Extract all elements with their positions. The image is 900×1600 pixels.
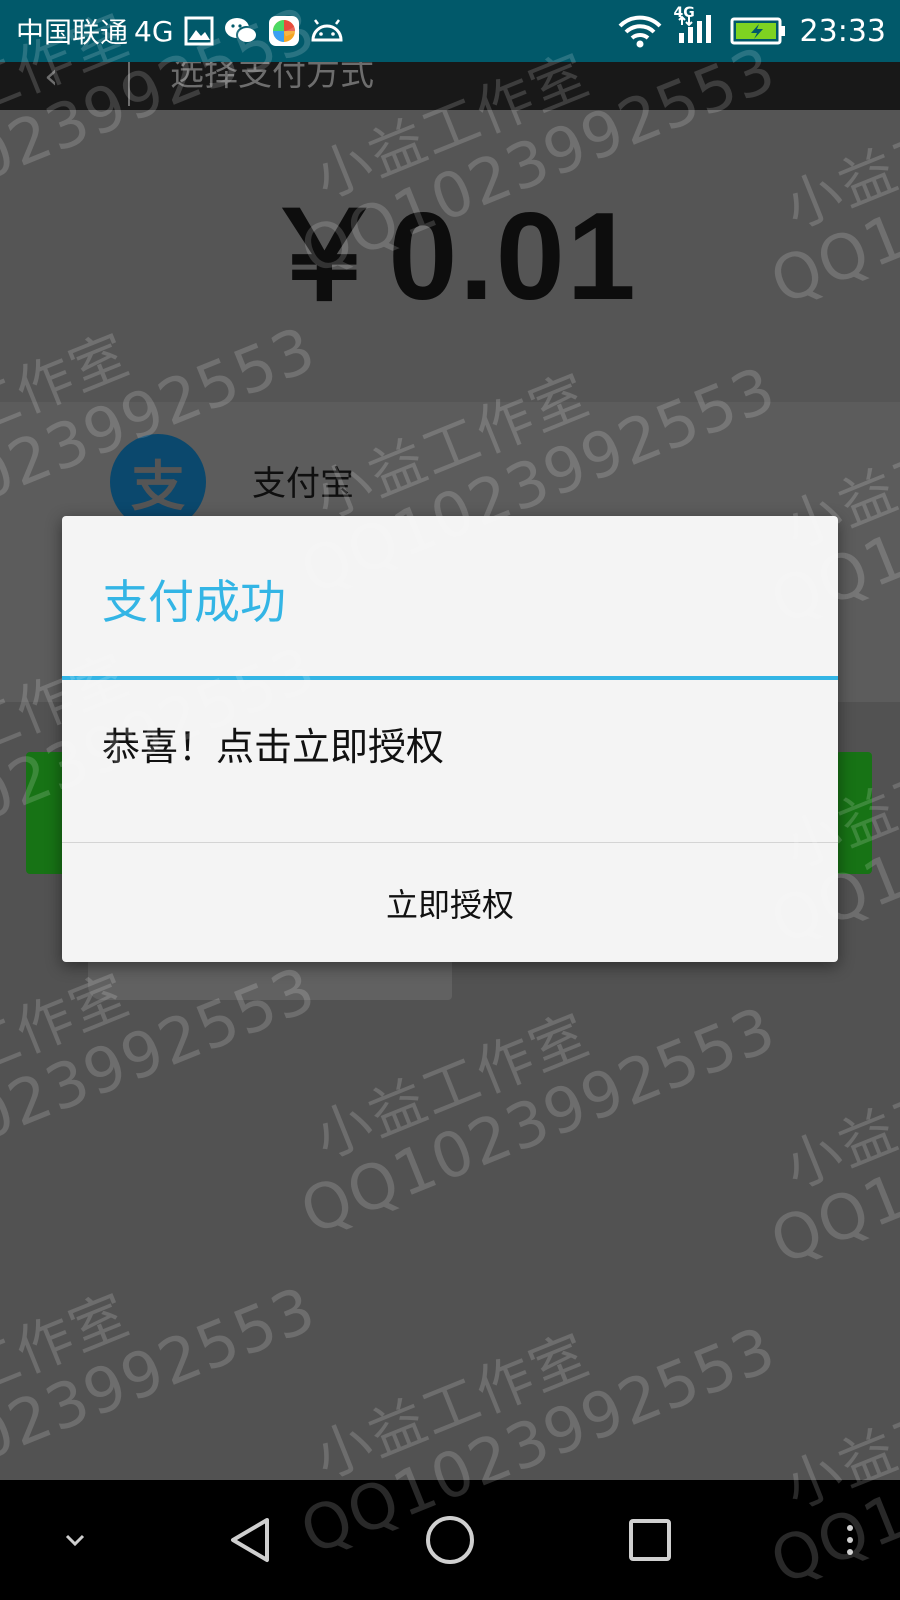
home-icon[interactable] <box>400 1480 500 1600</box>
status-right: 4G 23:33 <box>618 5 900 49</box>
signal-network-type: 4G <box>673 5 695 21</box>
battery-charging-icon <box>730 16 786 46</box>
authorize-now-button[interactable]: 立即授权 <box>62 843 838 962</box>
app-store-icon <box>268 15 300 47</box>
navigation-bar <box>0 1480 900 1600</box>
cell-signal-icon: 4G <box>674 5 716 49</box>
payment-success-dialog: 支付成功 恭喜！点击立即授权 立即授权 <box>62 516 838 962</box>
wifi-icon <box>618 14 662 48</box>
dialog-message: 恭喜！点击立即授权 <box>102 725 445 769</box>
dialog-title-divider <box>62 676 838 680</box>
back-icon[interactable] <box>200 1480 300 1600</box>
dialog-title: 支付成功 <box>102 575 286 629</box>
status-left: 中国联通 4G <box>0 11 344 51</box>
network-type: 4G <box>134 14 174 48</box>
android-debug-icon <box>310 18 344 44</box>
wechat-icon <box>224 16 258 46</box>
gallery-icon <box>184 16 214 46</box>
carrier-name: 中国联通 <box>16 16 129 49</box>
chevron-down-icon[interactable] <box>40 1480 110 1600</box>
clock: 23:33 <box>799 13 886 49</box>
status-bar: 中国联通 4G 4G 23:33 <box>0 0 900 62</box>
recents-icon[interactable] <box>600 1480 700 1600</box>
more-vert-icon[interactable] <box>820 1480 880 1600</box>
screen: 中国联通 4G 4G 23:33 ‹ 选择支付方式 ￥0.01 支 支付宝 支付… <box>0 0 900 1600</box>
